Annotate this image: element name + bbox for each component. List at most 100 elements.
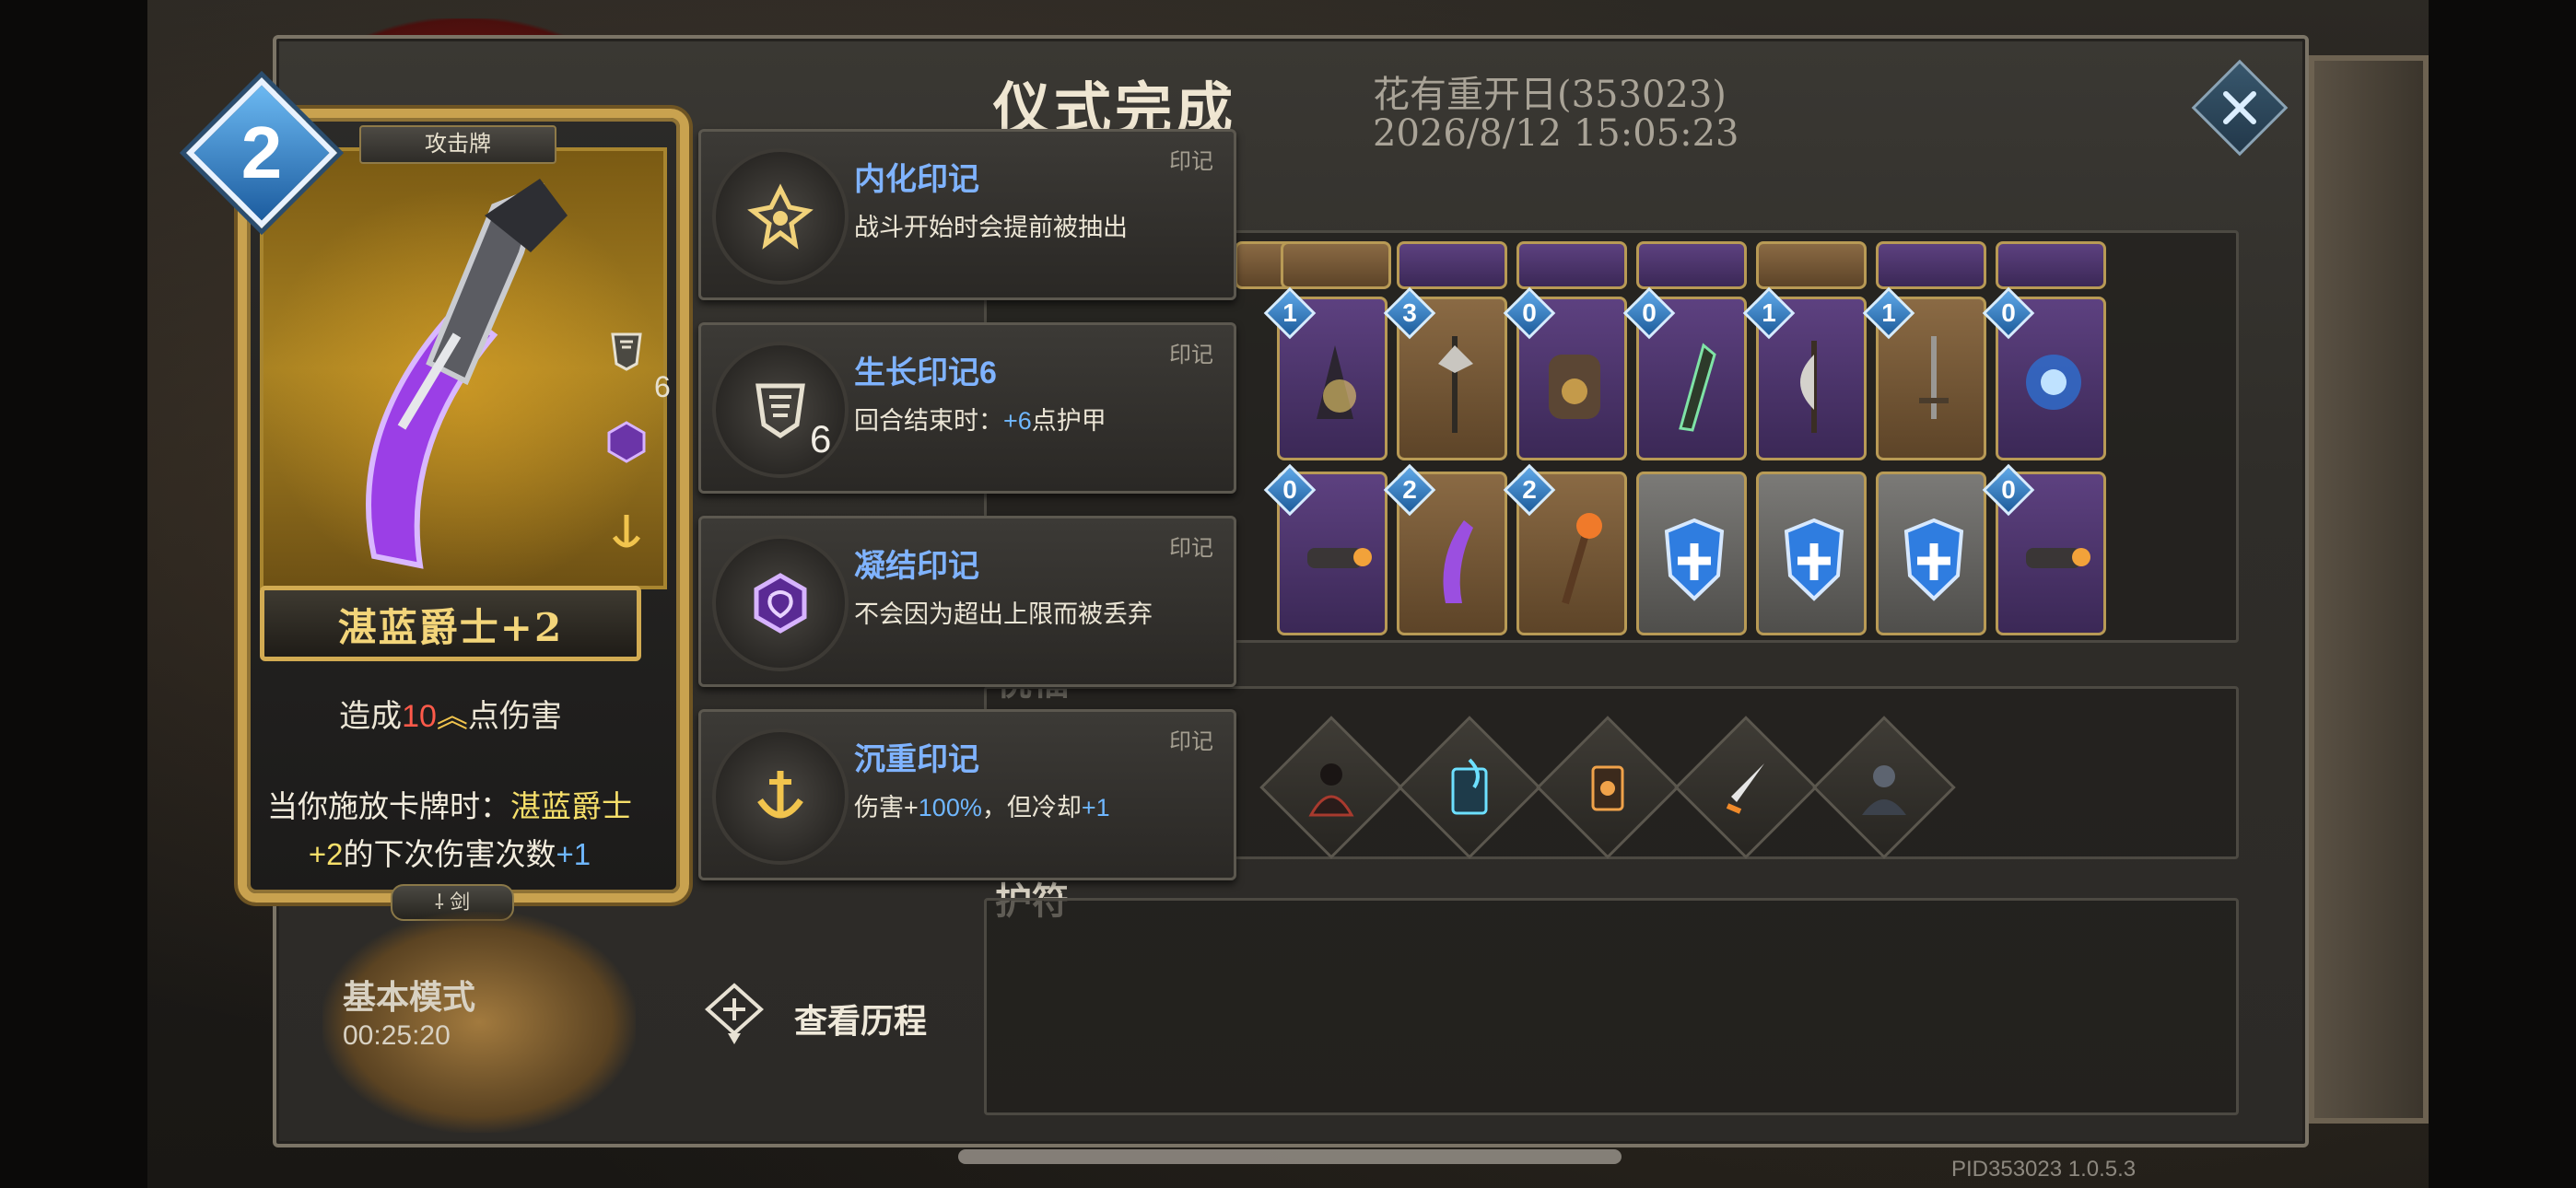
- screen-edge-right: [2429, 0, 2576, 1188]
- game-mode-label: 基本模式: [343, 978, 476, 1017]
- cost-number: 0: [2001, 298, 2016, 327]
- card-cost: 2: [240, 111, 283, 193]
- mark-desc-value: 100%: [918, 794, 982, 821]
- mark-tooltip-condense: 凝结印记 印记 不会因为超出上限而被丢弃: [698, 516, 1236, 687]
- shield-card-art: [1903, 518, 1964, 601]
- cannon-card-art: [2026, 548, 2090, 568]
- deck-card[interactable]: [1636, 472, 1747, 635]
- deck-card[interactable]: [1876, 472, 1986, 635]
- shield-card-art: [1784, 518, 1844, 601]
- shield-card-art: [1664, 518, 1725, 601]
- card-damage-text: 造成10︽点伤害: [260, 691, 641, 736]
- mark-tag: 印记: [1169, 536, 1213, 561]
- effect-part1: 当你施放卡牌时：: [267, 789, 510, 823]
- mark-desc-mid: ，但冷却: [981, 794, 1082, 821]
- mark-description: 不会因为超出上限而被丢弃: [854, 600, 1153, 628]
- cost-number: 0: [1522, 298, 1537, 327]
- scrollbar[interactable]: [958, 1149, 1622, 1164]
- deck-card[interactable]: [1756, 472, 1867, 635]
- cost-number: 1: [1282, 298, 1297, 327]
- green-blade-card-art: [1679, 343, 1716, 432]
- effect-bonus: +1: [556, 837, 591, 871]
- flame-staff-card-art: [1562, 513, 1602, 605]
- blue-flame-card-icon[interactable]: [1419, 737, 1520, 838]
- internalize-mark-icon: [747, 183, 814, 250]
- deck-card[interactable]: [1516, 241, 1627, 289]
- backpack-card-art: [1549, 355, 1600, 419]
- mark-tag: 印记: [1169, 343, 1213, 367]
- mark-icon-frame: [712, 535, 849, 671]
- halberd-card-art: [1438, 336, 1473, 433]
- damage-prefix: 造成: [339, 699, 403, 734]
- effect-part2: +2: [308, 837, 344, 871]
- heavy-mark-icon: [757, 771, 803, 819]
- cost-number: 2: [1402, 475, 1417, 504]
- ghoul-figure-icon[interactable]: [1833, 737, 1935, 838]
- mark-tag: 印记: [1169, 729, 1213, 754]
- mark-icon-frame: [712, 148, 849, 285]
- cost-number: 0: [1282, 475, 1297, 504]
- blue-orb-card-art: [2026, 355, 2081, 410]
- screen-edge-left: [0, 0, 147, 1188]
- axe-card-art: [1800, 341, 1817, 433]
- damage-value: 10: [402, 699, 437, 734]
- sword-card-art: [1919, 336, 1949, 419]
- mark-title: 沉重印记: [854, 742, 979, 777]
- mark-icon-frame: [712, 728, 849, 865]
- timestamp: 2026/8/12 15:05:23: [1373, 112, 1739, 155]
- damage-up-icon: ︽: [436, 699, 468, 734]
- cost-number: 2: [1522, 475, 1537, 504]
- deck-card[interactable]: [1996, 241, 2106, 289]
- amulet-area: [984, 898, 2239, 1115]
- deck-card[interactable]: [1876, 241, 1986, 289]
- mark-desc-post: 点护甲: [1031, 407, 1107, 435]
- mark-title: 生长印记6: [854, 355, 997, 390]
- mark-description: 战斗开始时会提前被抽出: [854, 214, 1128, 241]
- effect-part3: 的下次伤害次数: [343, 837, 556, 871]
- mark-title: 内化印记: [854, 162, 979, 197]
- effect-highlight: 湛蓝爵士: [510, 789, 632, 823]
- sword-icon: ⸸: [434, 891, 445, 914]
- growth-mark-icon: [755, 383, 805, 439]
- mark-tooltip-internalize: 内化印记 印记 战斗开始时会提前被抽出: [698, 129, 1236, 300]
- damage-suffix: 点伤害: [467, 699, 562, 734]
- mark-description: 回合结束时：+6点护甲: [854, 401, 1107, 437]
- heavy-mark-small-icon: [599, 505, 654, 560]
- deck-card[interactable]: [1636, 241, 1747, 289]
- run-timer: 00:25:20: [343, 1020, 451, 1051]
- condense-mark-small-icon: [599, 414, 654, 470]
- mark-tooltip-heavy: 沉重印记 印记 伤害+100%，但冷却+1: [698, 709, 1236, 880]
- deck-card[interactable]: [1756, 241, 1867, 289]
- cannon-card-art: [1307, 548, 1372, 568]
- mark-desc-pre: 伤害+: [854, 794, 919, 821]
- mark-tooltip-growth: 6 生长印记6 印记 回合结束时：+6点护甲: [698, 322, 1236, 494]
- view-history-button[interactable]: 查看历程: [794, 995, 927, 1042]
- mark-tag: 印记: [1169, 149, 1213, 174]
- history-icon[interactable]: [700, 980, 768, 1048]
- card-type: 攻击牌: [359, 125, 556, 164]
- rune-card-icon[interactable]: [1557, 737, 1658, 838]
- cost-number: 3: [1402, 298, 1417, 327]
- mark-title: 凝结印记: [854, 549, 979, 584]
- background-frame: [2309, 55, 2429, 1124]
- cost-number: 1: [1762, 298, 1776, 327]
- version-label: PID353023 1.0.5.3: [1951, 1157, 2137, 1182]
- mark-description: 伤害+100%，但冷却+1: [854, 787, 1110, 823]
- blue-knight-card-art: [1443, 520, 1473, 603]
- card-effect-text: 当你施放卡牌时：湛蓝爵士 +2的下次伤害次数+1: [247, 783, 652, 879]
- cost-number: 0: [2001, 475, 2016, 504]
- mark-desc-value2: +1: [1081, 794, 1110, 821]
- mark-desc-pre: 回合结束时：: [854, 407, 1003, 435]
- mark-desc-value: +6: [1003, 407, 1032, 435]
- dark-figure-icon[interactable]: [1281, 737, 1382, 838]
- card-tag-label: 剑: [450, 891, 471, 914]
- cost-number: 0: [1642, 298, 1657, 327]
- gauntlet-card-art: [1317, 345, 1356, 419]
- dagger-strike-icon[interactable]: [1695, 737, 1797, 838]
- close-icon[interactable]: [2206, 74, 2274, 142]
- deck-card[interactable]: [1397, 241, 1507, 289]
- deck-card[interactable]: [1281, 241, 1391, 289]
- condense-mark-icon: [754, 573, 807, 634]
- mark-stack-count: 6: [810, 417, 832, 460]
- growth-stack-count: 6: [654, 370, 671, 403]
